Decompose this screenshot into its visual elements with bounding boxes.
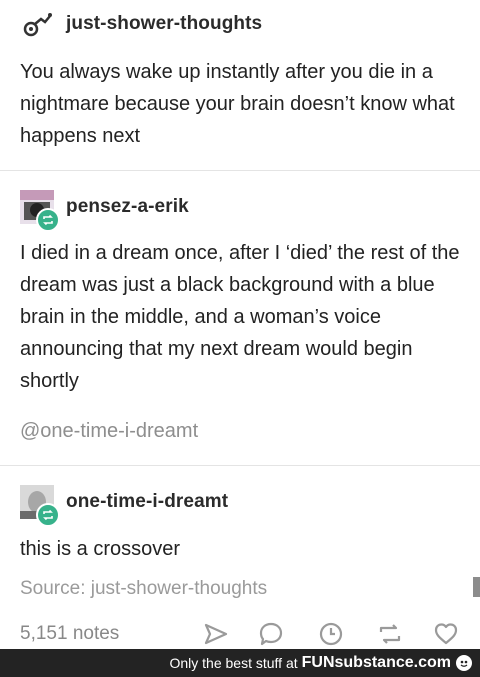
post-3-header: one-time-i-dreamt (20, 485, 228, 527)
clock-icon[interactable] (317, 620, 345, 648)
watermark-bar: Only the best stuff at FUNsubstance.com (0, 649, 480, 677)
divider (0, 465, 480, 466)
avatar[interactable] (20, 485, 60, 527)
divider (0, 170, 480, 171)
username[interactable]: one-time-i-dreamt (66, 491, 228, 513)
post-2-header: pensez-a-erik (20, 190, 189, 232)
post-body: You always wake up instantly after you d… (20, 61, 455, 147)
post-1-header: just-shower-thoughts (20, 7, 262, 41)
reblog-badge-icon (36, 208, 60, 232)
notes-count[interactable]: 5,151 notes (20, 623, 119, 645)
reblog-icon[interactable] (376, 620, 404, 648)
mention-link[interactable]: @one-time-i-dreamt (20, 420, 198, 443)
avatar[interactable] (20, 7, 54, 41)
reply-icon[interactable] (257, 620, 285, 648)
username[interactable]: just-shower-thoughts (66, 13, 262, 35)
avatar[interactable] (20, 190, 60, 232)
watermark-text: Only the best stuff at (169, 655, 298, 671)
heart-icon[interactable] (432, 620, 460, 648)
post-body: I died in a dream once, after I ‘died’ t… (20, 242, 460, 392)
share-icon[interactable] (202, 620, 230, 648)
funsubstance-logo-icon (456, 655, 472, 671)
source-link[interactable]: Source: just-shower-thoughts (20, 578, 267, 600)
watermark-brand: FUNsubstance.com (301, 654, 451, 671)
post-body: this is a crossover (20, 538, 181, 560)
shower-head-icon (23, 13, 52, 37)
scrollbar[interactable] (473, 577, 480, 597)
username[interactable]: pensez-a-erik (66, 196, 189, 218)
reblog-badge-icon (36, 503, 60, 527)
